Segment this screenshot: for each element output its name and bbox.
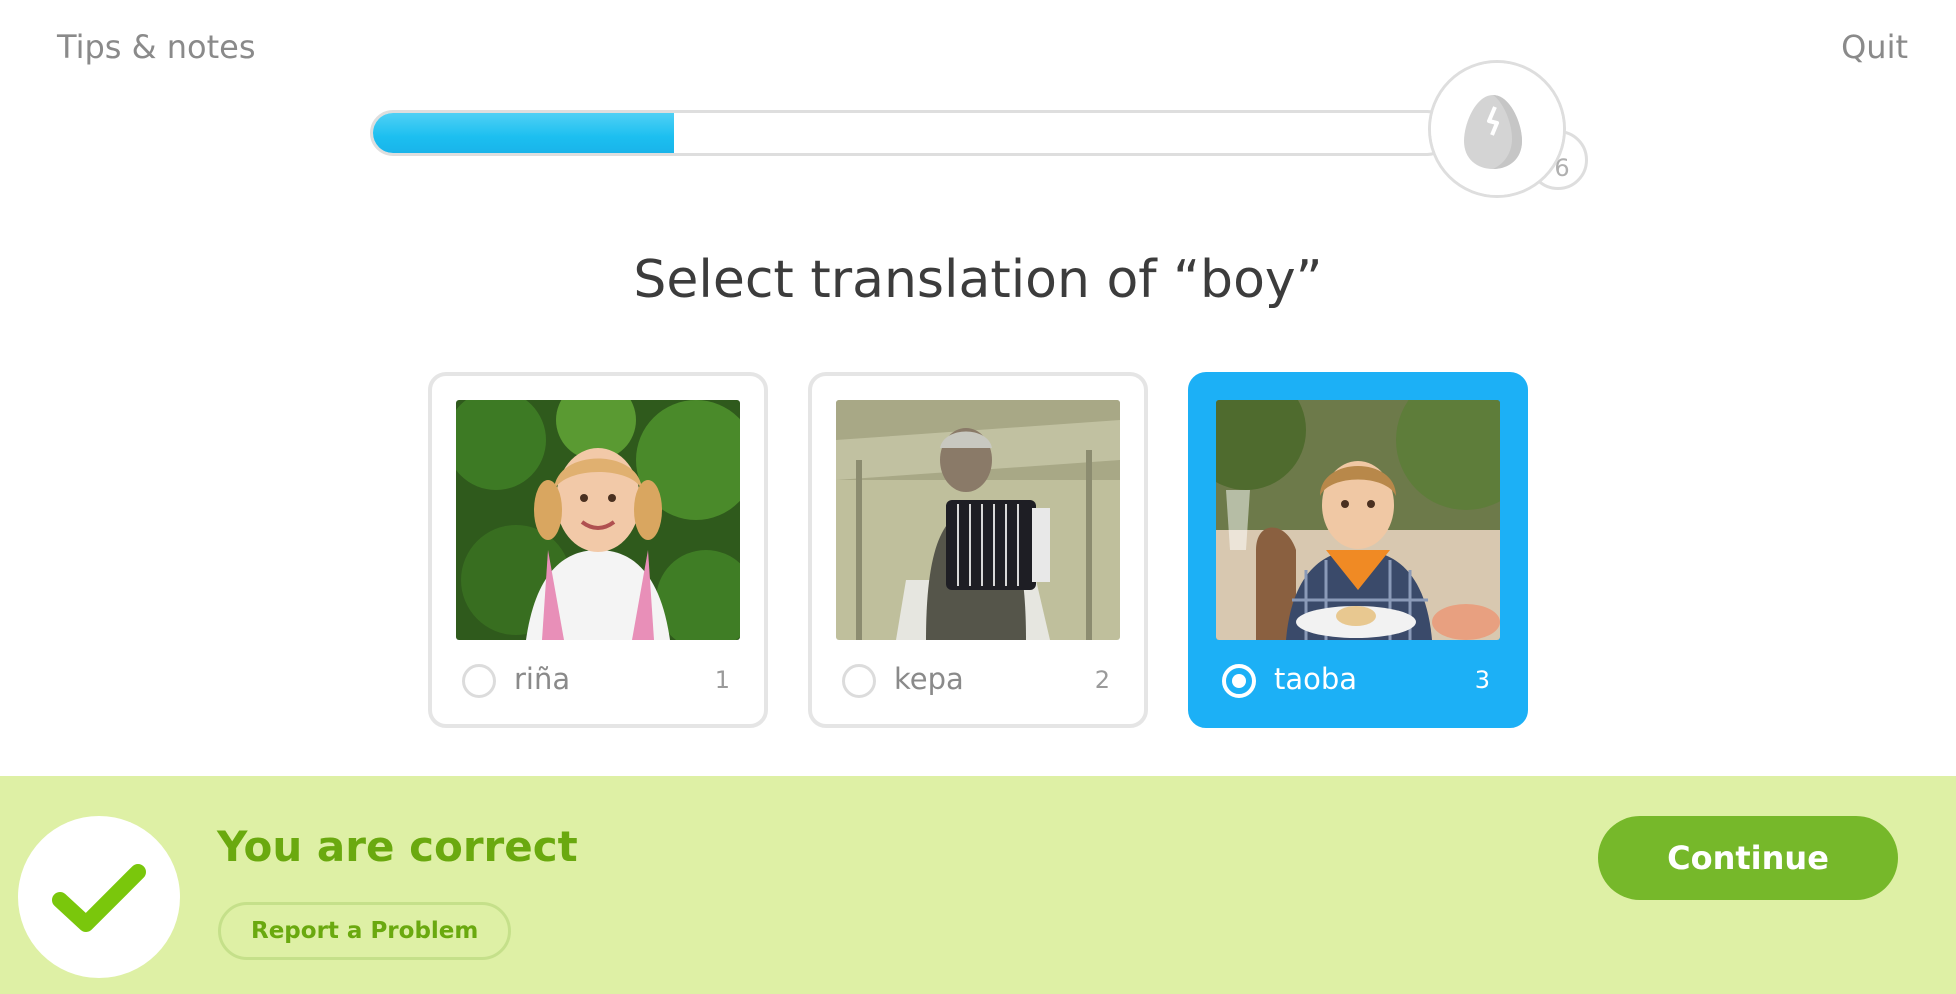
boy-photo (1216, 400, 1500, 640)
feedback-footer: You are correct Report a Problem Continu… (0, 776, 1956, 994)
checkmark-icon (52, 864, 146, 932)
option-word: taoba (1274, 662, 1358, 696)
tips-notes-link[interactable]: Tips & notes (57, 28, 256, 66)
option-key: 2 (1094, 666, 1110, 694)
option-key: 3 (1474, 666, 1490, 694)
option-card-2[interactable]: kepa 2 (808, 372, 1148, 728)
result-message: You are correct (217, 822, 578, 871)
option-word: kepa (894, 662, 964, 696)
progress-fill (373, 113, 674, 153)
report-problem-button[interactable]: Report a Problem (218, 902, 512, 960)
old-man-accordion-photo (836, 400, 1120, 640)
success-badge (18, 816, 180, 978)
option-card-1[interactable]: riña 1 (428, 372, 768, 728)
question-prompt: Select translation of “boy” (633, 250, 1323, 310)
girl-photo (456, 400, 740, 640)
continue-button[interactable]: Continue (1598, 816, 1898, 900)
radio-button[interactable] (462, 664, 496, 698)
quit-link[interactable]: Quit (1841, 28, 1908, 66)
radio-button[interactable] (842, 664, 876, 698)
option-card-3[interactable]: taoba 3 (1188, 372, 1528, 728)
radio-button[interactable] (1222, 664, 1256, 698)
egg-count: 6 (1554, 154, 1570, 182)
option-key: 1 (714, 666, 730, 694)
option-word: riña (514, 662, 571, 696)
egg-icon (1464, 95, 1522, 169)
progress-bar (370, 110, 1450, 156)
